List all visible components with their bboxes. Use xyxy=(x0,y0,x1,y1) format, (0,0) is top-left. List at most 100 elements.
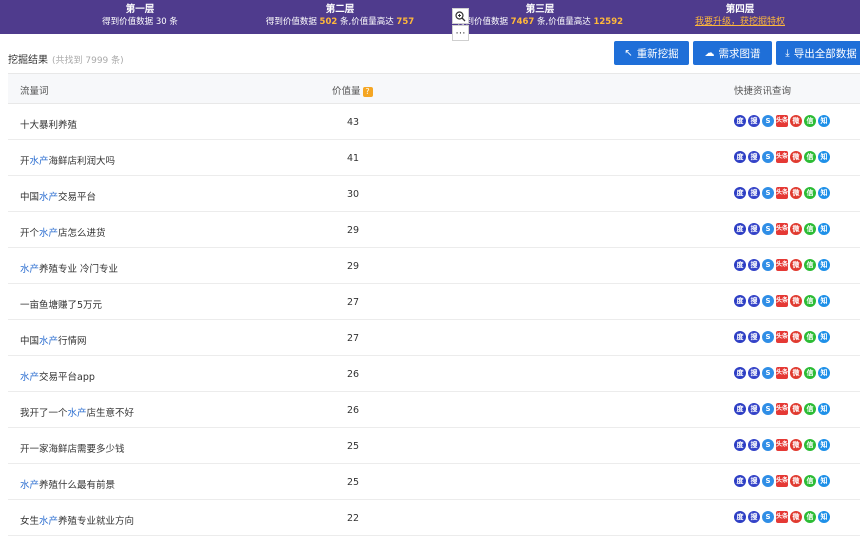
demand-graph-button[interactable]: ☁ 需求图谱 xyxy=(693,41,772,65)
weibo-icon[interactable]: 微 xyxy=(790,475,802,487)
wechat-icon[interactable]: 信 xyxy=(804,295,816,307)
redo-mining-button[interactable]: ↖ 重新挖掘 xyxy=(614,41,689,65)
zhihu-icon[interactable]: 知 xyxy=(818,151,830,163)
baidu-icon[interactable]: 度 xyxy=(734,367,746,379)
weibo-icon[interactable]: 微 xyxy=(790,295,802,307)
more-button[interactable]: ⋯ xyxy=(452,25,469,41)
wechat-icon[interactable]: 信 xyxy=(804,187,816,199)
keyword-cell[interactable]: 开水产海鲜店利润大吗 xyxy=(20,153,115,167)
baidu-icon[interactable]: 度 xyxy=(734,151,746,163)
keyword-cell[interactable]: 水产养殖专业 冷门专业 xyxy=(20,261,118,275)
baidu-icon[interactable]: 度 xyxy=(734,295,746,307)
toutiao-icon[interactable]: 头条 xyxy=(776,115,788,127)
zhihu-icon[interactable]: 知 xyxy=(818,511,830,523)
weibo-icon[interactable]: 微 xyxy=(790,331,802,343)
keyword-cell[interactable]: 中国水产交易平台 xyxy=(20,189,96,203)
keyword-cell[interactable]: 中国水产行情网 xyxy=(20,333,87,347)
keyword-cell[interactable]: 开一家海鲜店需要多少钱 xyxy=(20,441,125,455)
sogou-icon[interactable]: S xyxy=(762,295,774,307)
weibo-icon[interactable]: 微 xyxy=(790,151,802,163)
toutiao-icon[interactable]: 头条 xyxy=(776,223,788,235)
keyword-cell[interactable]: 一亩鱼塘赚了5万元 xyxy=(20,297,102,311)
help-icon[interactable]: ? xyxy=(362,87,373,97)
toutiao-icon[interactable]: 头条 xyxy=(776,403,788,415)
360-icon[interactable]: 搜 xyxy=(748,223,760,235)
baidu-icon[interactable]: 度 xyxy=(734,223,746,235)
toutiao-icon[interactable]: 头条 xyxy=(776,511,788,523)
360-icon[interactable]: 搜 xyxy=(748,367,760,379)
zoom-in-icon[interactable] xyxy=(452,8,469,24)
360-icon[interactable]: 搜 xyxy=(748,403,760,415)
zhihu-icon[interactable]: 知 xyxy=(818,331,830,343)
wechat-icon[interactable]: 信 xyxy=(804,259,816,271)
sogou-icon[interactable]: S xyxy=(762,151,774,163)
360-icon[interactable]: 搜 xyxy=(748,187,760,199)
weibo-icon[interactable]: 微 xyxy=(790,187,802,199)
360-icon[interactable]: 搜 xyxy=(748,151,760,163)
wechat-icon[interactable]: 信 xyxy=(804,331,816,343)
wechat-icon[interactable]: 信 xyxy=(804,511,816,523)
wechat-icon[interactable]: 信 xyxy=(804,439,816,451)
wechat-icon[interactable]: 信 xyxy=(804,475,816,487)
baidu-icon[interactable]: 度 xyxy=(734,115,746,127)
toutiao-icon[interactable]: 头条 xyxy=(776,331,788,343)
wechat-icon[interactable]: 信 xyxy=(804,151,816,163)
zhihu-icon[interactable]: 知 xyxy=(818,439,830,451)
toutiao-icon[interactable]: 头条 xyxy=(776,151,788,163)
weibo-icon[interactable]: 微 xyxy=(790,115,802,127)
toutiao-icon[interactable]: 头条 xyxy=(776,475,788,487)
sogou-icon[interactable]: S xyxy=(762,511,774,523)
baidu-icon[interactable]: 度 xyxy=(734,331,746,343)
sogou-icon[interactable]: S xyxy=(762,331,774,343)
wechat-icon[interactable]: 信 xyxy=(804,223,816,235)
360-icon[interactable]: 搜 xyxy=(748,331,760,343)
zhihu-icon[interactable]: 知 xyxy=(818,475,830,487)
360-icon[interactable]: 搜 xyxy=(748,439,760,451)
weibo-icon[interactable]: 微 xyxy=(790,403,802,415)
zhihu-icon[interactable]: 知 xyxy=(818,259,830,271)
keyword-cell[interactable]: 我开了一个水产店生意不好 xyxy=(20,405,134,419)
baidu-icon[interactable]: 度 xyxy=(734,403,746,415)
zhihu-icon[interactable]: 知 xyxy=(818,115,830,127)
sogou-icon[interactable]: S xyxy=(762,187,774,199)
sogou-icon[interactable]: S xyxy=(762,367,774,379)
keyword-cell[interactable]: 水产交易平台app xyxy=(20,369,95,383)
baidu-icon[interactable]: 度 xyxy=(734,511,746,523)
zhihu-icon[interactable]: 知 xyxy=(818,367,830,379)
weibo-icon[interactable]: 微 xyxy=(790,439,802,451)
weibo-icon[interactable]: 微 xyxy=(790,223,802,235)
360-icon[interactable]: 搜 xyxy=(748,259,760,271)
360-icon[interactable]: 搜 xyxy=(748,511,760,523)
zhihu-icon[interactable]: 知 xyxy=(818,187,830,199)
weibo-icon[interactable]: 微 xyxy=(790,259,802,271)
zhihu-icon[interactable]: 知 xyxy=(818,403,830,415)
wechat-icon[interactable]: 信 xyxy=(804,403,816,415)
sogou-icon[interactable]: S xyxy=(762,439,774,451)
keyword-cell[interactable]: 女生水产养殖专业就业方向 xyxy=(20,513,134,527)
weibo-icon[interactable]: 微 xyxy=(790,511,802,523)
toutiao-icon[interactable]: 头条 xyxy=(776,439,788,451)
toutiao-icon[interactable]: 头条 xyxy=(776,295,788,307)
wechat-icon[interactable]: 信 xyxy=(804,115,816,127)
sogou-icon[interactable]: S xyxy=(762,115,774,127)
zhihu-icon[interactable]: 知 xyxy=(818,295,830,307)
360-icon[interactable]: 搜 xyxy=(748,115,760,127)
sogou-icon[interactable]: S xyxy=(762,475,774,487)
keyword-cell[interactable]: 开个水产店怎么进货 xyxy=(20,225,106,239)
360-icon[interactable]: 搜 xyxy=(748,295,760,307)
baidu-icon[interactable]: 度 xyxy=(734,187,746,199)
baidu-icon[interactable]: 度 xyxy=(734,259,746,271)
toutiao-icon[interactable]: 头条 xyxy=(776,259,788,271)
weibo-icon[interactable]: 微 xyxy=(790,367,802,379)
sogou-icon[interactable]: S xyxy=(762,259,774,271)
baidu-icon[interactable]: 度 xyxy=(734,475,746,487)
toutiao-icon[interactable]: 头条 xyxy=(776,187,788,199)
keyword-cell[interactable]: 十大暴利养殖 xyxy=(20,117,77,131)
sogou-icon[interactable]: S xyxy=(762,403,774,415)
wechat-icon[interactable]: 信 xyxy=(804,367,816,379)
sogou-icon[interactable]: S xyxy=(762,223,774,235)
baidu-icon[interactable]: 度 xyxy=(734,439,746,451)
toutiao-icon[interactable]: 头条 xyxy=(776,367,788,379)
upgrade-link[interactable]: 我要升级，获挖掘特权 xyxy=(640,16,840,28)
keyword-cell[interactable]: 水产养殖什么最有前景 xyxy=(20,477,115,491)
